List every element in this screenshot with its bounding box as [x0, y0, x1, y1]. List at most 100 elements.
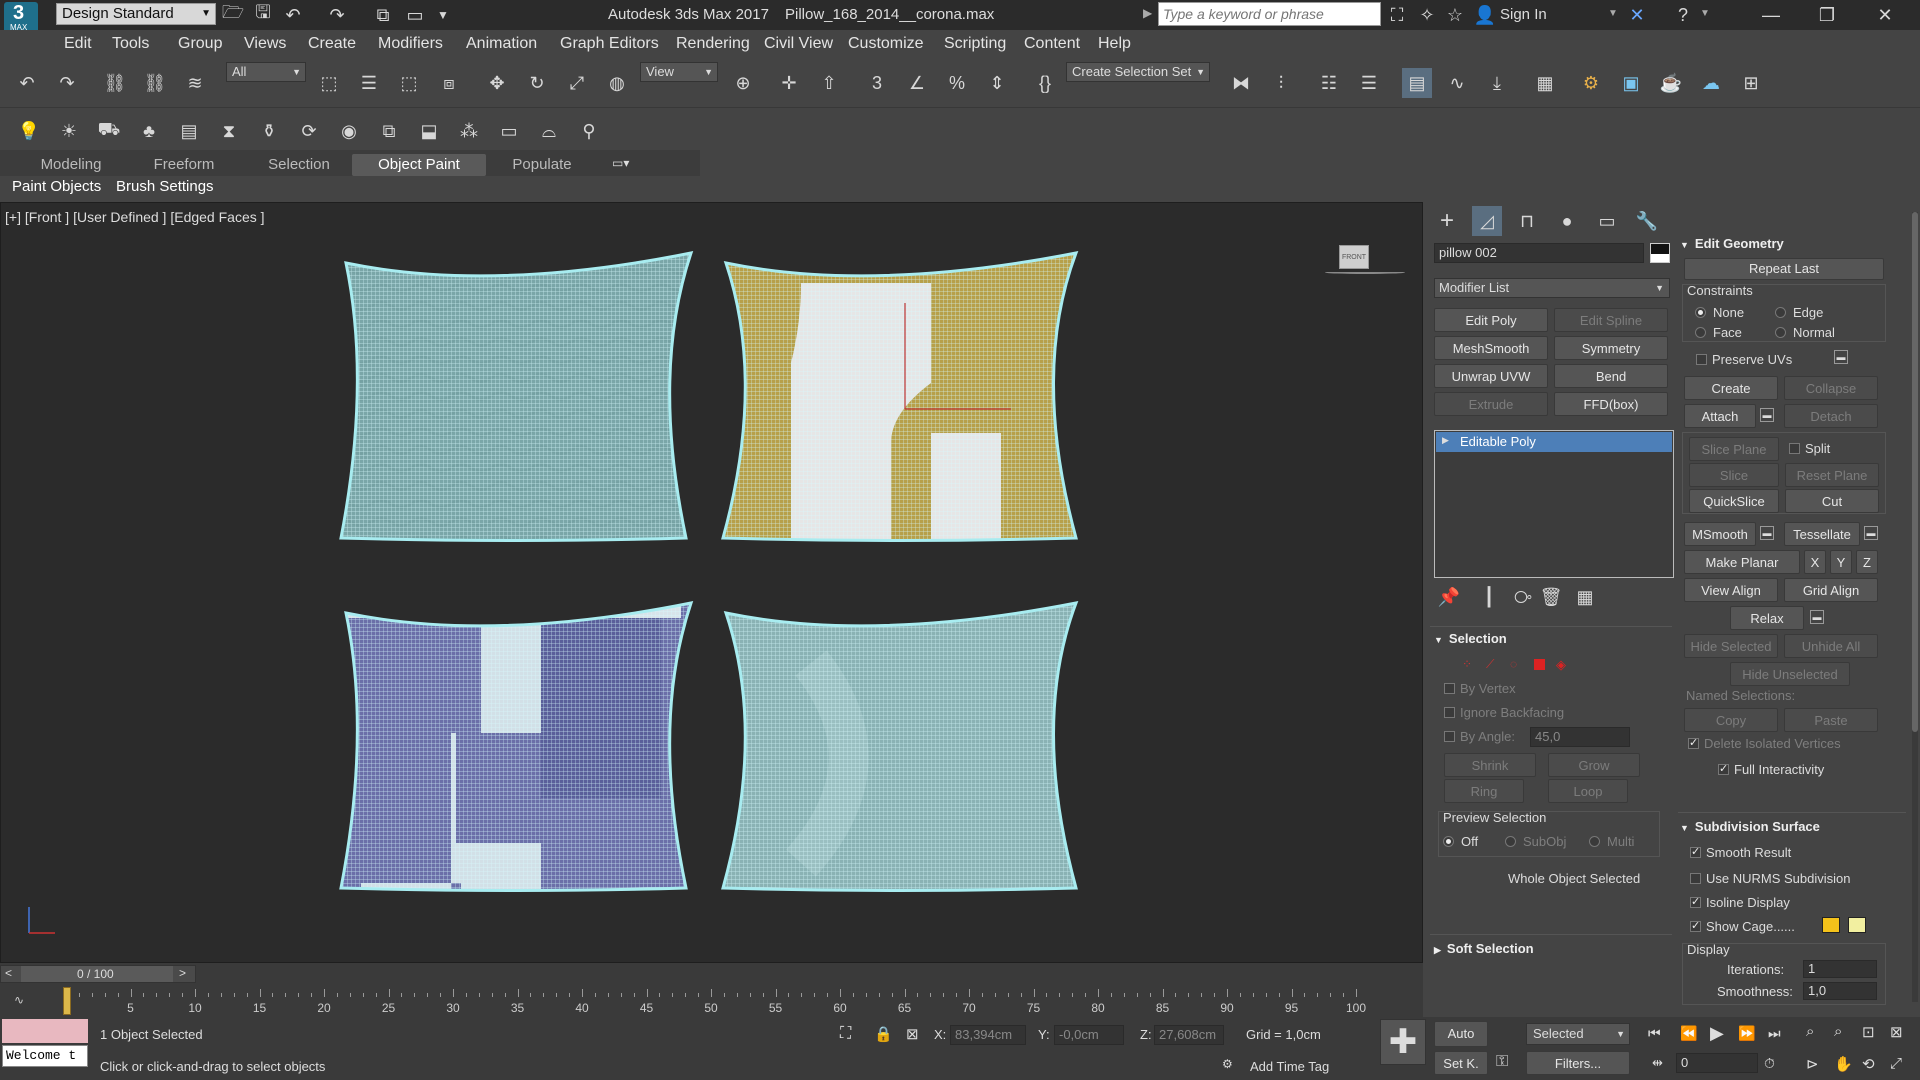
selection-rollout-title[interactable]: ▼ Selection	[1434, 631, 1507, 646]
shrink-button[interactable]: Shrink	[1444, 753, 1536, 777]
orbit-icon[interactable]: ⟲	[1862, 1055, 1875, 1073]
tessellate-settings-icon[interactable]: ▬	[1864, 526, 1878, 540]
time-configuration-icon[interactable]: ⏱	[1764, 1055, 1775, 1072]
hide-selected-button[interactable]: Hide Selected	[1684, 634, 1778, 658]
field-of-view-icon[interactable]: ⊳	[1806, 1055, 1819, 1073]
motion-tab-icon[interactable]: ●	[1552, 206, 1582, 236]
chevron-down-icon[interactable]: ▼	[1700, 8, 1710, 19]
bottle-icon[interactable]: ⚱	[254, 116, 284, 146]
ies-icon[interactable]: ⌓	[534, 116, 564, 146]
go-to-start-icon[interactable]: ⏮	[1648, 1025, 1661, 1042]
time-tag-icon[interactable]: ⚙	[1222, 1057, 1233, 1071]
use-nurms-check[interactable]	[1690, 873, 1701, 884]
sun-icon[interactable]: ☀	[54, 116, 84, 146]
tessellate-button[interactable]: Tessellate	[1784, 522, 1860, 546]
relax-button[interactable]: Relax	[1730, 606, 1804, 630]
project-folder-icon[interactable]: ▭	[400, 0, 430, 30]
slice-plane-button[interactable]: Slice Plane	[1689, 437, 1779, 461]
rectangular-selection-icon[interactable]: ⬚	[394, 68, 424, 98]
render-production-icon[interactable]: ☕	[1656, 68, 1686, 98]
a360-gallery-icon[interactable]: ⊞	[1736, 68, 1766, 98]
constraint-face-radio[interactable]	[1695, 327, 1706, 338]
menu-tools[interactable]: Tools	[112, 35, 149, 53]
track-bar[interactable]: 5 10 15 20 25 30 35 40 45 50 55 60 65 70 75 80 85 90 95 100	[62, 983, 1366, 1017]
light-bulb-icon[interactable]: 💡	[14, 116, 44, 146]
object-color-swatch[interactable]	[1650, 243, 1670, 263]
material-sphere-icon[interactable]: ◉	[334, 116, 364, 146]
paint-objects-tab[interactable]: Paint Objects	[12, 178, 101, 195]
chevron-right-icon[interactable]: >	[179, 966, 186, 980]
view-align-button[interactable]: View Align	[1684, 578, 1778, 602]
planar-z-button[interactable]: Z	[1856, 550, 1878, 574]
menu-create[interactable]: Create	[308, 35, 356, 53]
tab-modeling[interactable]: Modeling	[10, 154, 132, 176]
preserve-uvs-check[interactable]	[1696, 354, 1707, 365]
spinner-snap-icon[interactable]: ⇕	[982, 68, 1012, 98]
modifier-list-dropdown[interactable]: Modifier List ▼	[1434, 278, 1670, 298]
select-object-icon[interactable]: ⬚	[314, 68, 344, 98]
smoothness-spinner[interactable]: 1,0	[1803, 982, 1877, 1000]
viewcube[interactable]: FRONT	[1325, 239, 1405, 275]
redo-icon[interactable]: ↷	[52, 68, 82, 98]
detach-button[interactable]: Detach	[1784, 404, 1878, 428]
edit-spline-modifier-button[interactable]: Edit Spline	[1554, 308, 1668, 332]
workspace-dropdown[interactable]: Design Standard ▼	[56, 3, 216, 25]
search-input[interactable]	[1158, 2, 1381, 26]
create-tab-plus-icon[interactable]: +	[1432, 206, 1462, 236]
auto-key-button[interactable]: Auto	[1434, 1021, 1488, 1047]
display-tab-icon[interactable]: ▭	[1592, 206, 1622, 236]
cut-button[interactable]: Cut	[1785, 489, 1879, 513]
percent-snap-icon[interactable]: %	[942, 68, 972, 98]
menu-civil-view[interactable]: Civil View	[764, 35, 833, 53]
menu-graph-editors[interactable]: Graph Editors	[560, 35, 659, 53]
move-icon[interactable]: ✥	[482, 68, 512, 98]
planar-x-button[interactable]: X	[1804, 550, 1826, 574]
iterations-spinner[interactable]: 1	[1803, 960, 1877, 978]
stack-item-editable-poly[interactable]: ▶ Editable Poly	[1436, 432, 1672, 452]
rotate-icon[interactable]: ↻	[522, 68, 552, 98]
cage-color-swatch-2[interactable]	[1848, 917, 1866, 933]
soft-selection-rollout[interactable]: ▶ Soft Selection	[1430, 934, 1672, 958]
remove-modifier-icon[interactable]: 🗑	[1536, 582, 1566, 612]
by-angle-check[interactable]	[1444, 731, 1455, 742]
menu-rendering[interactable]: Rendering	[676, 35, 750, 53]
extrude-modifier-button[interactable]: Extrude	[1434, 392, 1548, 416]
previous-frame-icon[interactable]: ⏪	[1680, 1025, 1697, 1042]
window-crossing-icon[interactable]: ⧈	[434, 68, 464, 98]
toggle-ribbon-icon[interactable]: ▤	[1402, 68, 1432, 98]
play-icon[interactable]: ▶	[1710, 1023, 1724, 1044]
edge-mode-icon[interactable]: ⟋	[1486, 657, 1494, 672]
ring-button[interactable]: Ring	[1444, 779, 1524, 803]
menu-edit[interactable]: Edit	[64, 35, 92, 53]
select-manipulate-icon[interactable]: ✛	[774, 68, 804, 98]
undo-icon[interactable]: ↶	[278, 0, 308, 30]
hold-icon[interactable]: ⧉	[368, 0, 398, 30]
unwrap-uvw-modifier-button[interactable]: Unwrap UVW	[1434, 364, 1548, 388]
edit-poly-modifier-button[interactable]: Edit Poly	[1434, 308, 1548, 332]
trees-icon[interactable]: ♣	[134, 116, 164, 146]
zoom-extents-all-icon[interactable]: ⊠	[1890, 1023, 1903, 1041]
go-to-end-icon[interactable]: ⏭	[1768, 1025, 1781, 1042]
preserve-uvs-settings-icon[interactable]: ▬	[1834, 350, 1848, 364]
frame-buffer-icon[interactable]: ▤	[174, 116, 204, 146]
make-unique-icon[interactable]: ⧂	[1508, 582, 1538, 612]
preview-subobj-radio[interactable]	[1505, 836, 1516, 847]
quick-access-menu-icon[interactable]: ▼	[428, 0, 458, 30]
schematic-view-icon[interactable]: ⤓	[1482, 68, 1512, 98]
current-frame-marker[interactable]	[63, 987, 71, 1015]
configure-modifier-sets-icon[interactable]: ▦	[1570, 582, 1600, 612]
render-in-cloud-icon[interactable]: ☁	[1696, 68, 1726, 98]
modify-tab-icon[interactable]: ◿	[1472, 206, 1502, 236]
constraint-normal-radio[interactable]	[1775, 327, 1786, 338]
smooth-result-check[interactable]: ✓	[1690, 847, 1701, 858]
pan-hand-icon[interactable]: ✋	[1834, 1055, 1853, 1073]
search-expand-icon[interactable]: ▶	[1143, 6, 1152, 20]
user-icon[interactable]: 👤	[1470, 0, 1500, 30]
brush-settings-tab[interactable]: Brush Settings	[116, 178, 214, 195]
scale-icon[interactable]: ⤢	[562, 68, 592, 98]
menu-animation[interactable]: Animation	[466, 35, 537, 53]
tab-object-paint[interactable]: Object Paint	[352, 154, 486, 176]
add-time-tag[interactable]: Add Time Tag	[1250, 1059, 1329, 1074]
expand-triangle-icon[interactable]: ▶	[1442, 435, 1449, 446]
split-check[interactable]	[1789, 443, 1800, 454]
